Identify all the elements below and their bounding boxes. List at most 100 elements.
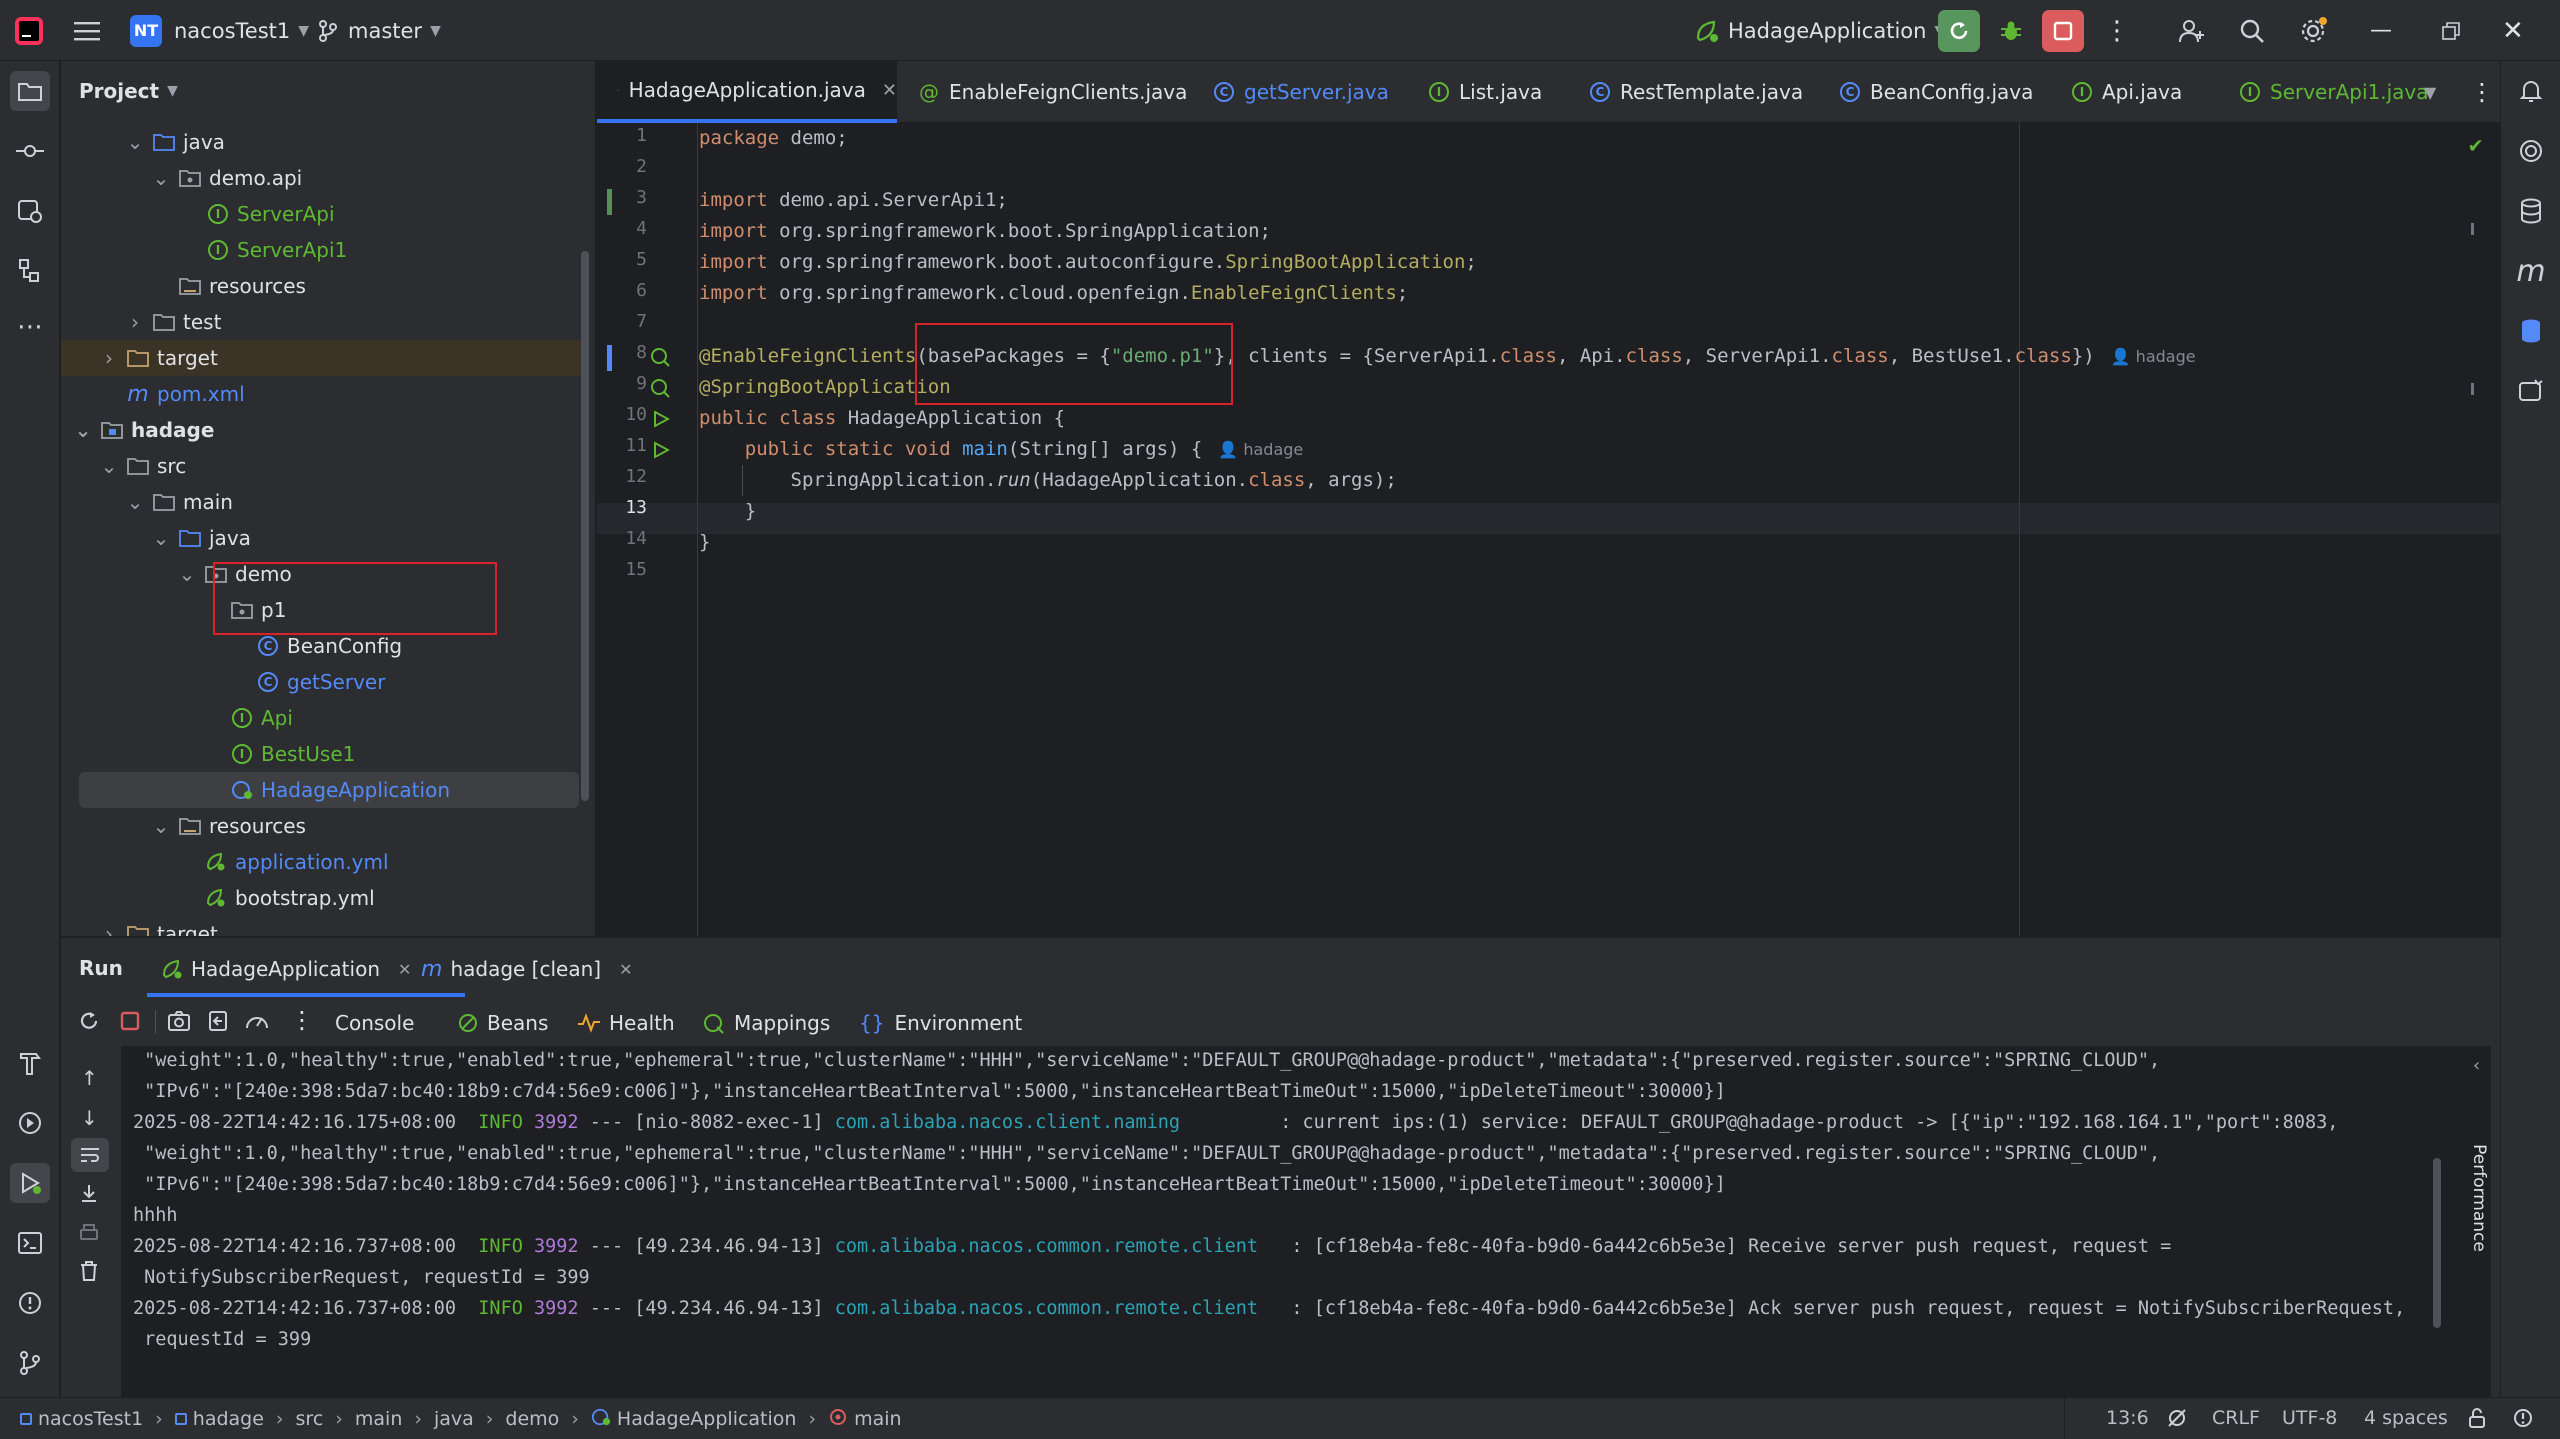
debug-button[interactable] <box>1990 10 2032 52</box>
chevron-down-icon[interactable]: ⌄ <box>121 130 149 154</box>
tree-item-serverapi[interactable]: I ServerApi <box>61 196 581 232</box>
tab-resttemplate[interactable]: C RestTemplate.java <box>1590 61 1803 123</box>
settings-gear-icon[interactable] <box>2298 0 2328 61</box>
line-number[interactable]: 14 <box>597 528 647 549</box>
close-tab-icon[interactable]: ✕ <box>398 960 411 979</box>
stop-button[interactable] <box>2042 10 2084 52</box>
run-gutter-icon[interactable] <box>652 440 671 464</box>
file-encoding[interactable]: UTF-8 <box>2282 1407 2337 1429</box>
camera-icon[interactable] <box>167 1010 191 1037</box>
breadcrumb-item[interactable]: main <box>355 1408 402 1430</box>
git-tool-icon[interactable] <box>10 1343 50 1383</box>
line-number[interactable]: 2 <box>597 156 647 177</box>
tab-list[interactable]: I List.java <box>1429 61 1542 123</box>
problems-tool-icon[interactable] <box>10 1283 50 1323</box>
line-number[interactable]: 12 <box>597 466 647 487</box>
tree-item-main[interactable]: ⌄ main <box>61 484 581 520</box>
structure-tool-icon[interactable] <box>10 251 50 291</box>
chevron-right-icon[interactable]: › <box>95 922 123 936</box>
tree-item-demo-api[interactable]: ⌄ demo.api <box>61 160 581 196</box>
tab-enablefeignclients[interactable]: @ EnableFeignClients.java <box>919 61 1187 123</box>
bean-gutter-icon[interactable] <box>649 346 671 373</box>
line-number[interactable]: 5 <box>597 249 647 270</box>
close-tab-icon[interactable]: ✕ <box>882 80 897 101</box>
run-gutter-icon[interactable] <box>652 409 671 433</box>
clear-console-trash-icon[interactable] <box>78 1260 100 1287</box>
tree-item-java[interactable]: ⌄ java <box>61 124 581 160</box>
subtab-beans[interactable]: Beans <box>457 1004 548 1042</box>
author-hint[interactable]: 👤 hadage <box>2111 347 2196 366</box>
services-tool-icon[interactable] <box>10 1103 50 1143</box>
tree-item-hadage[interactable]: ⌄ hadage <box>61 412 581 448</box>
chevron-down-icon[interactable]: ⌄ <box>147 526 175 550</box>
chevron-down-icon[interactable]: ⌄ <box>121 490 149 514</box>
line-number[interactable]: 15 <box>597 559 647 580</box>
run-config-selector[interactable]: HadageApplication ▼ <box>1694 0 1945 61</box>
close-window-icon[interactable]: ✕ <box>2502 0 2524 61</box>
tab-hadageapplication[interactable]: HadageApplication.java ✕ <box>597 61 897 123</box>
build-hammer-icon[interactable] <box>10 1043 50 1083</box>
terminal-tool-icon[interactable] <box>10 1223 50 1263</box>
line-number[interactable]: 1 <box>597 125 647 146</box>
ai-assistant-icon[interactable] <box>2511 131 2551 171</box>
tabs-overflow-chevron-icon[interactable]: ▼ <box>2424 61 2436 123</box>
line-number[interactable]: 11 <box>597 435 647 456</box>
breadcrumb-item[interactable]: java <box>434 1408 474 1430</box>
read-only-lock-icon[interactable] <box>2466 1407 2488 1434</box>
console-output[interactable]: "weight":1.0,"healthy":true,"enabled":tr… <box>121 1046 2491 1398</box>
tab-getserver[interactable]: C getServer.java <box>1214 61 1389 123</box>
scroll-down-arrow-icon[interactable]: ↓ <box>81 1106 98 1130</box>
tab-api[interactable]: I Api.java <box>2072 61 2182 123</box>
rerun-button[interactable] <box>1938 10 1980 52</box>
breadcrumb-item[interactable]: HadageApplication <box>591 1407 796 1432</box>
run-tab-hadageapplication[interactable]: HadageApplication ✕ <box>161 948 411 990</box>
line-number[interactable]: 10 <box>597 404 647 425</box>
breadcrumb-item[interactable]: demo <box>505 1408 559 1430</box>
chevron-right-icon[interactable]: › <box>121 310 149 334</box>
rerun-icon[interactable] <box>77 1009 101 1038</box>
stop-icon[interactable] <box>119 1010 141 1037</box>
notifications-bell-icon[interactable] <box>2511 71 2551 111</box>
project-tool-icon[interactable] <box>10 71 50 111</box>
line-separator[interactable]: CRLF <box>2212 1407 2260 1429</box>
line-number[interactable]: 6 <box>597 280 647 301</box>
tree-item-serverapi1[interactable]: I ServerApi1 <box>61 232 581 268</box>
line-number[interactable]: 3 <box>597 187 647 208</box>
line-number[interactable]: 7 <box>597 311 647 332</box>
tree-item-getserver[interactable]: CgetServer <box>61 664 581 700</box>
project-panel-header[interactable]: Project ▼ <box>61 61 595 121</box>
breadcrumb-item[interactable]: main <box>828 1407 902 1432</box>
run-tool-icon[interactable] <box>10 1163 50 1203</box>
gauge-icon[interactable] <box>244 1010 270 1037</box>
subtab-environment[interactable]: {} Environment <box>859 1004 1022 1042</box>
tree-item-resources[interactable]: ⌄ resources <box>61 808 581 844</box>
minimize-window-icon[interactable]: — <box>2370 0 2392 61</box>
tree-item-hadageapplication[interactable]: HadageApplication <box>79 772 579 808</box>
tree-item-pom-xml[interactable]: m pom.xml <box>61 376 581 412</box>
tab-beanconfig[interactable]: C BeanConfig.java <box>1840 61 2033 123</box>
commit-tool-icon[interactable] <box>10 131 50 171</box>
line-number[interactable]: 9 <box>597 373 647 394</box>
author-hint[interactable]: 👤 hadage <box>1218 440 1303 459</box>
breadcrumb-item[interactable]: hadage <box>174 1408 264 1430</box>
main-menu-icon[interactable] <box>74 0 100 61</box>
bean-gutter-icon[interactable] <box>649 377 671 404</box>
console-scrollbar[interactable] <box>2433 1158 2441 1328</box>
chevron-down-icon[interactable]: ⌄ <box>95 454 123 478</box>
tab-serverapi1[interactable]: I ServerApi1.java <box>2240 61 2429 123</box>
breadcrumb-item[interactable]: nacosTest1 <box>20 1408 143 1430</box>
scroll-up-arrow-icon[interactable]: ↑ <box>81 1066 98 1090</box>
tree-item-bootstrap-yml[interactable]: bootstrap.yml <box>61 880 581 916</box>
database-tool-icon[interactable] <box>10 191 50 231</box>
tabs-more-icon[interactable]: ⋮ <box>2470 61 2494 123</box>
tree-item-java[interactable]: ⌄ java <box>61 520 581 556</box>
more-options-icon[interactable]: ⋮ <box>290 1006 314 1034</box>
subtab-console[interactable]: Console <box>321 1004 428 1042</box>
tree-item-target[interactable]: › target <box>61 916 581 936</box>
subtab-health[interactable]: Health <box>577 1004 675 1042</box>
run-tab-hadage-clean[interactable]: m hadage [clean] ✕ <box>421 948 632 990</box>
problems-status-icon[interactable] <box>2512 1407 2534 1434</box>
more-tools-icon[interactable]: ⋯ <box>10 307 50 347</box>
tree-item-application-yml[interactable]: application.yml <box>61 844 581 880</box>
tree-item-test[interactable]: › test <box>61 304 581 340</box>
